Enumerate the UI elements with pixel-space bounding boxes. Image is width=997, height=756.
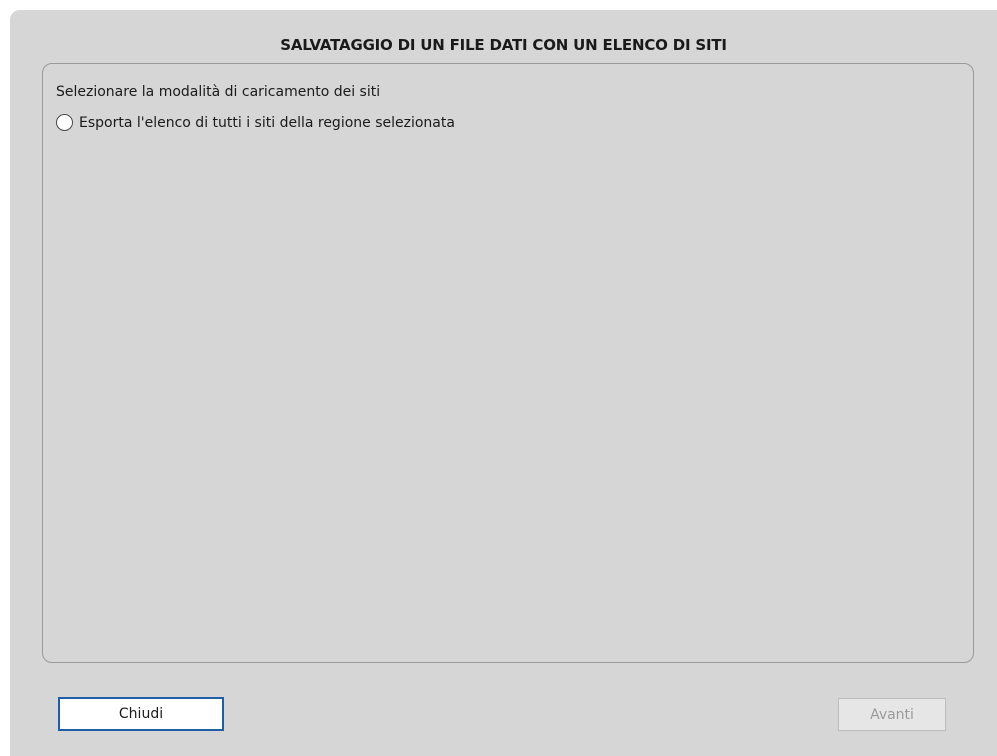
- export-all-sites-option[interactable]: Esporta l'elenco di tutti i siti della r…: [56, 114, 455, 131]
- loading-mode-group: Selezionare la modalità di caricamento d…: [42, 63, 974, 663]
- close-button[interactable]: Chiudi: [58, 697, 224, 731]
- export-sites-dialog: SALVATAGGIO DI UN FILE DATI CON UN ELENC…: [10, 10, 997, 756]
- radio-button-icon[interactable]: [56, 114, 73, 131]
- next-button[interactable]: Avanti: [838, 698, 946, 731]
- dialog-title: SALVATAGGIO DI UN FILE DATI CON UN ELENC…: [280, 36, 727, 54]
- loading-mode-label: Selezionare la modalità di caricamento d…: [56, 84, 381, 100]
- export-all-sites-label[interactable]: Esporta l'elenco di tutti i siti della r…: [79, 115, 455, 131]
